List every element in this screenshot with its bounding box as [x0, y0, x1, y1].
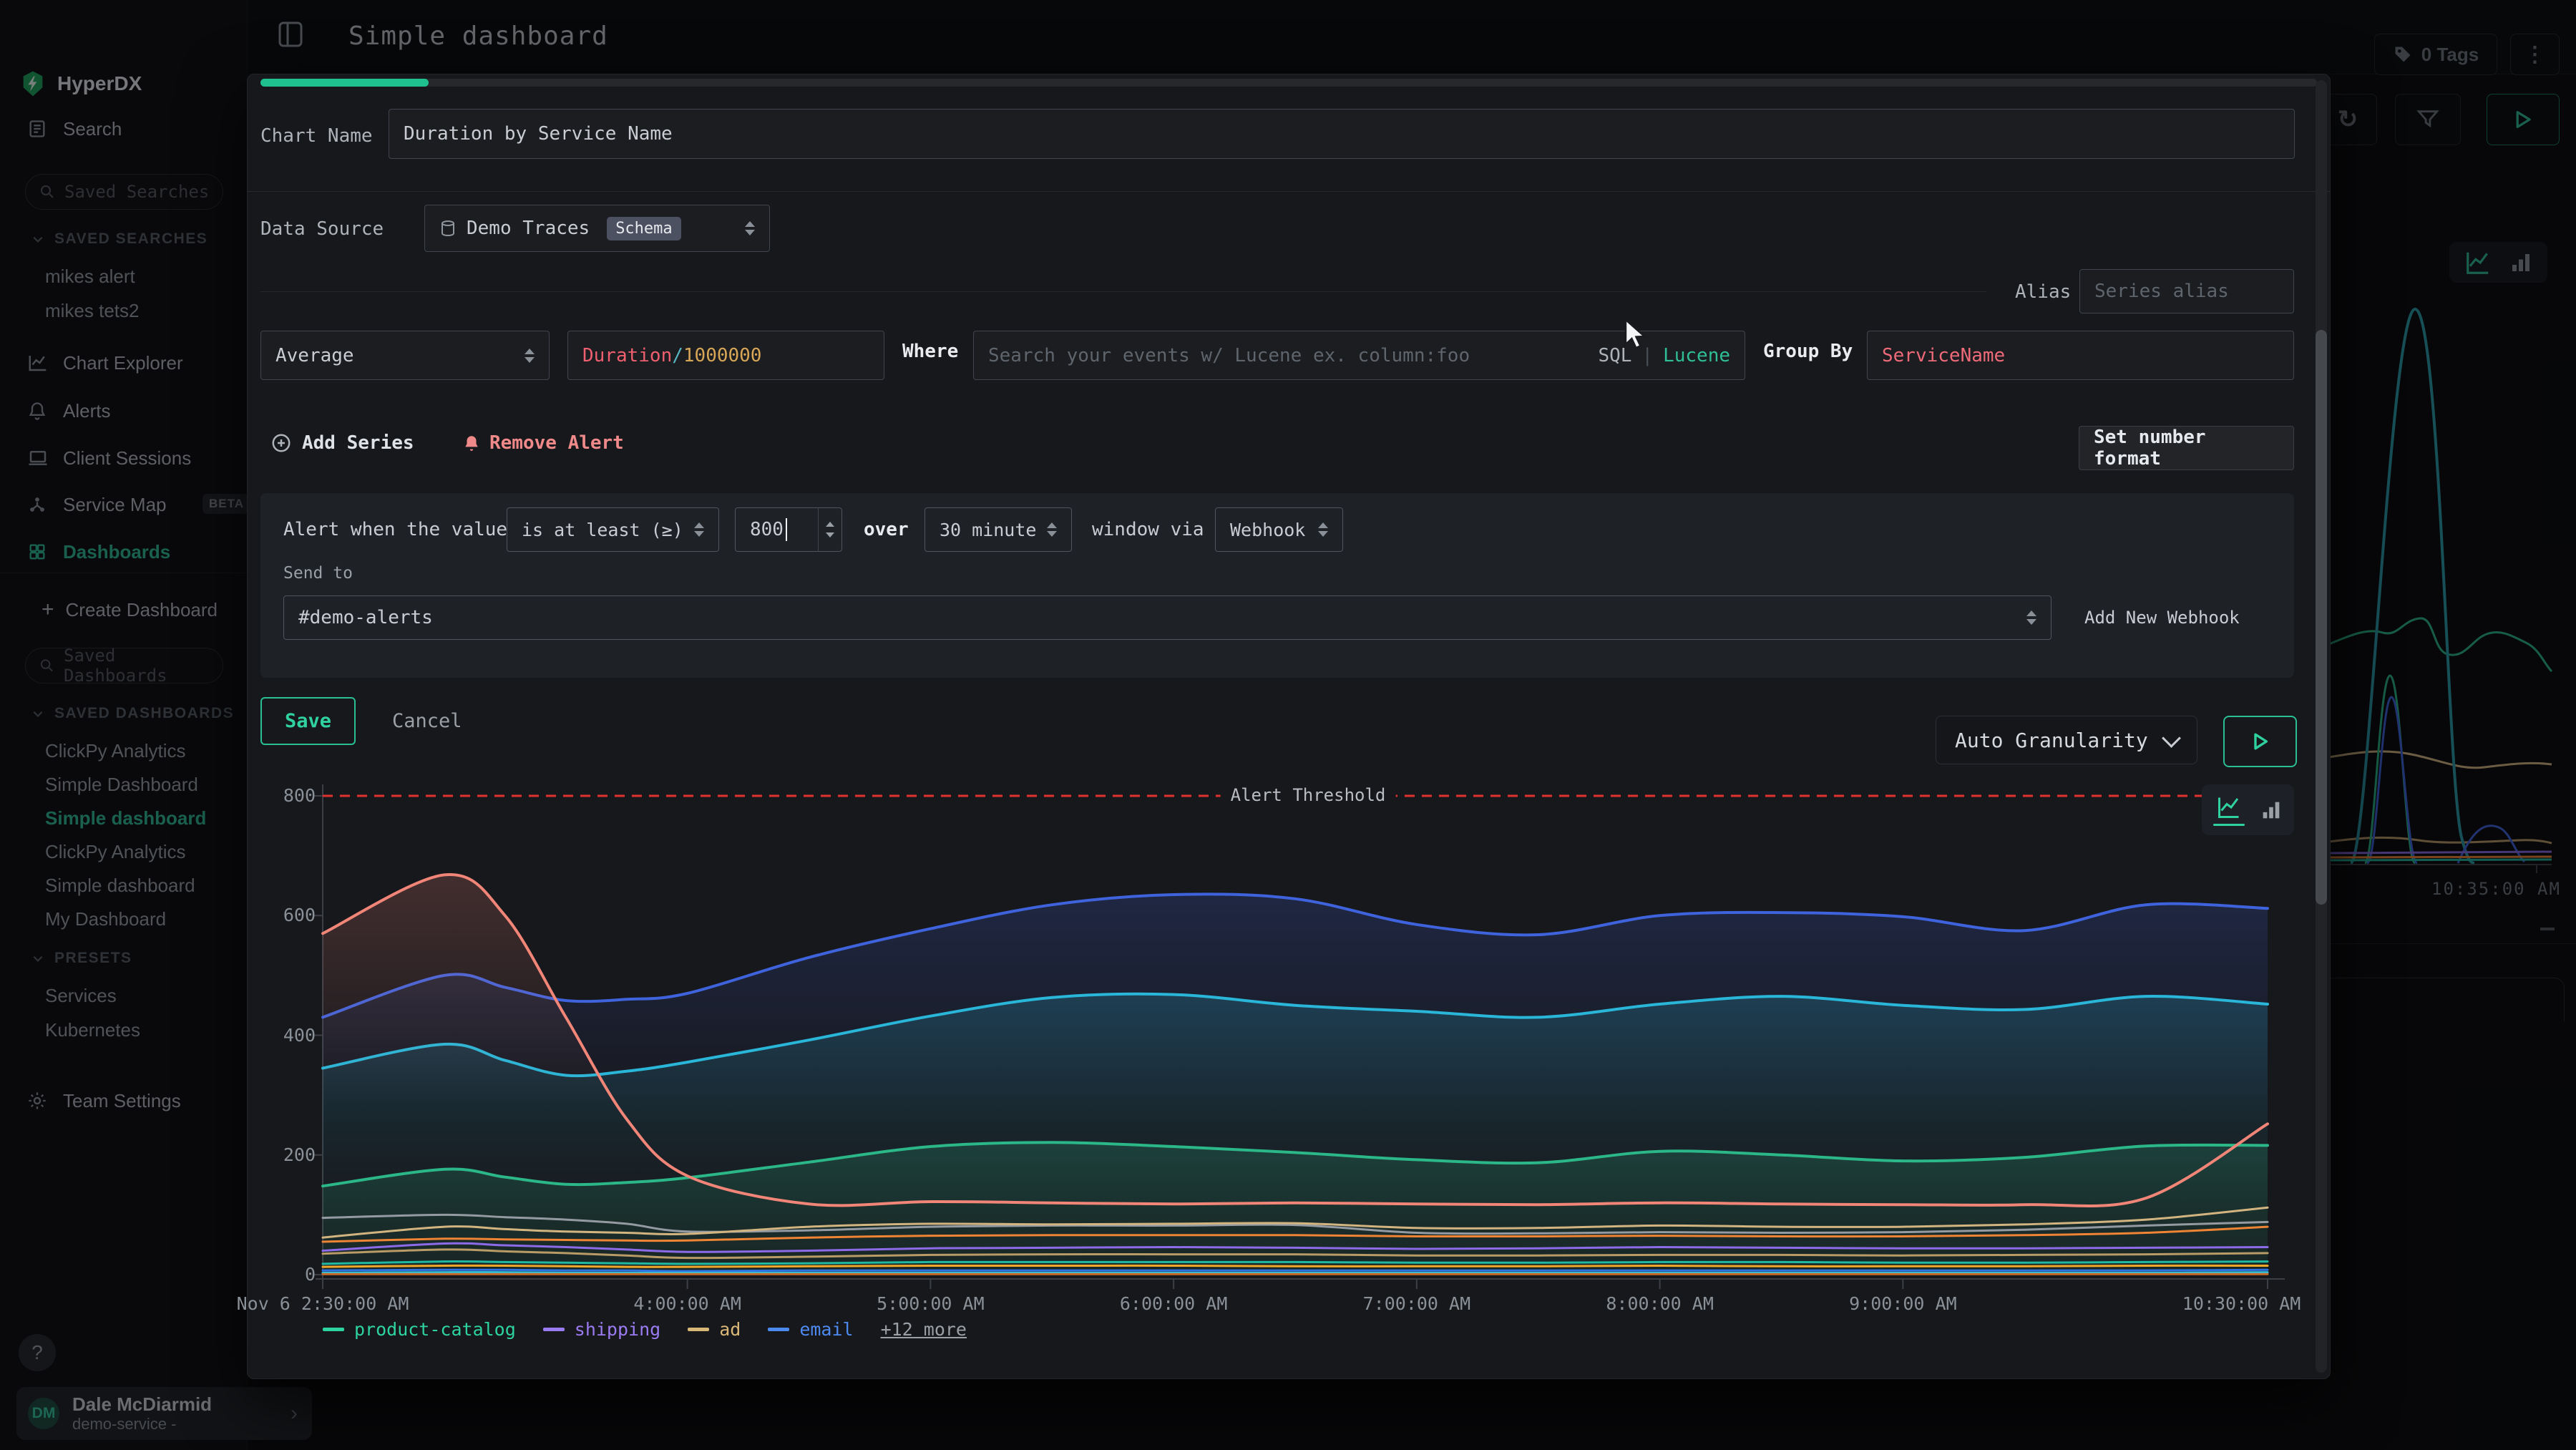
alert-threshold-label: Alert Threshold — [1221, 785, 1396, 805]
modal-scrollbar-thumb[interactable] — [2316, 330, 2327, 905]
chart-type-toggle[interactable] — [2202, 784, 2294, 835]
edit-chart-modal: Chart Name Duration by Service Name Data… — [247, 74, 2331, 1379]
legend-item[interactable]: shipping — [543, 1319, 660, 1340]
legend-item[interactable]: product-catalog — [323, 1319, 516, 1340]
line-chart-icon[interactable] — [2213, 794, 2245, 826]
legend-item[interactable]: email — [768, 1319, 853, 1340]
app-root: Simple dashboard 0 Tags ⋮ ↻ 1 — [0, 0, 2576, 1450]
series-line-series_12 — [323, 1270, 2268, 1271]
duration-chart — [248, 74, 2330, 1378]
chart-legend: product-catalog shipping ad email +12 more — [323, 1319, 967, 1340]
bar-chart-icon[interactable] — [2259, 797, 2283, 823]
mouse-cursor — [1623, 318, 1652, 350]
series-line-series_11 — [323, 1265, 2268, 1267]
legend-item[interactable]: ad — [688, 1319, 741, 1340]
legend-item[interactable]: +12 more — [881, 1319, 967, 1340]
modal-scrollbar[interactable] — [2316, 80, 2327, 1373]
